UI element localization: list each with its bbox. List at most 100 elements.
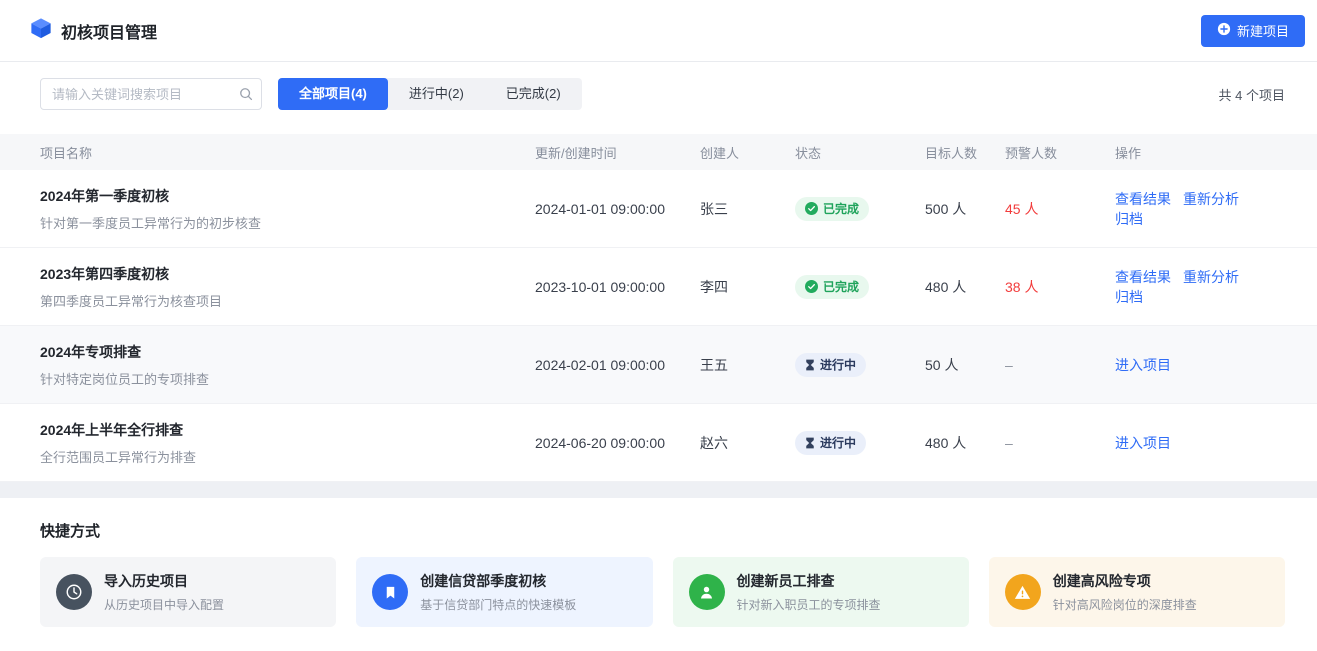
project-time: 2024-02-01 09:00:00 [535, 357, 700, 373]
project-warning: – [1005, 357, 1115, 373]
action-archive[interactable]: 归档 [1115, 211, 1143, 227]
col-header-target: 目标人数 [925, 143, 1005, 162]
action-reanalyze[interactable]: 重新分析 [1183, 269, 1239, 285]
project-target: 480 人 [925, 433, 1005, 453]
project-desc: 全行范围员工异常行为排查 [40, 447, 535, 466]
table-row: 2024年第一季度初核 针对第一季度员工异常行为的初步核查 2024-01-01… [0, 170, 1317, 248]
new-project-button[interactable]: 新建项目 [1201, 15, 1305, 47]
project-warning: – [1005, 435, 1115, 451]
table-header-row: 项目名称 更新/创建时间 创建人 状态 目标人数 预警人数 操作 [0, 134, 1317, 170]
project-name-cell: 2024年第一季度初核 针对第一季度员工异常行为的初步核查 [40, 186, 535, 232]
toolbar: 全部项目(4) 进行中(2) 已完成(2) 共 4 个项目 [40, 78, 1285, 110]
action-enter-project[interactable]: 进入项目 [1115, 435, 1171, 451]
project-time: 2023-10-01 09:00:00 [535, 279, 700, 295]
shortcut-cards: 导入历史项目 从历史项目中导入配置 创建信贷部季度初核 基于信贷部门特点的快速模… [40, 557, 1285, 627]
action-archive[interactable]: 归档 [1115, 289, 1143, 305]
action-view-results[interactable]: 查看结果 [1115, 191, 1171, 207]
project-actions: 查看结果重新分析归档 [1115, 267, 1285, 307]
project-desc: 针对第一季度员工异常行为的初步核查 [40, 213, 535, 232]
project-time: 2024-06-20 09:00:00 [535, 435, 700, 451]
status-badge: 进行中 [795, 431, 866, 455]
action-reanalyze[interactable]: 重新分析 [1183, 191, 1239, 207]
main-content: 全部项目(4) 进行中(2) 已完成(2) 共 4 个项目 项目名称 更新/创建… [0, 62, 1317, 482]
shortcut-text: 导入历史项目 从历史项目中导入配置 [104, 571, 224, 613]
project-desc: 第四季度员工异常行为核查项目 [40, 291, 535, 310]
project-warning: 45 人 [1005, 199, 1115, 219]
col-header-warning: 预警人数 [1005, 143, 1115, 162]
app-logo-cube-icon [30, 17, 52, 44]
person-icon [689, 574, 725, 610]
project-target: 480 人 [925, 277, 1005, 297]
table-row: 2023年第四季度初核 第四季度员工异常行为核查项目 2023-10-01 09… [0, 248, 1317, 326]
project-target: 500 人 [925, 199, 1005, 219]
bookmark-icon [372, 574, 408, 610]
project-creator: 张三 [700, 199, 795, 219]
project-warning: 38 人 [1005, 277, 1115, 297]
col-header-actions: 操作 [1115, 143, 1285, 162]
shortcut-text: 创建信贷部季度初核 基于信贷部门特点的快速模板 [420, 571, 576, 613]
project-desc: 针对特定岗位员工的专项排查 [40, 369, 535, 388]
total-count-text: 共 4 个项目 [1219, 85, 1285, 104]
tab-completed[interactable]: 已完成(2) [485, 78, 582, 110]
shortcut-import-history[interactable]: 导入历史项目 从历史项目中导入配置 [40, 557, 336, 627]
project-status-cell: 已完成 [795, 197, 925, 221]
shortcut-text: 创建新员工排查 针对新入职员工的专项排查 [737, 571, 881, 613]
shortcut-desc: 从历史项目中导入配置 [104, 596, 224, 613]
status-label: 已完成 [823, 200, 859, 217]
tab-all-projects[interactable]: 全部项目(4) [278, 78, 388, 110]
hourglass-icon [805, 359, 815, 371]
shortcut-text: 创建高风险专项 针对高风险岗位的深度排查 [1053, 571, 1197, 613]
status-badge: 已完成 [795, 275, 869, 299]
col-header-time: 更新/创建时间 [535, 143, 700, 162]
check-circle-icon [805, 280, 818, 293]
shortcut-title: 创建新员工排查 [737, 571, 881, 591]
project-name: 2024年专项排查 [40, 342, 535, 362]
project-name: 2024年第一季度初核 [40, 186, 535, 206]
project-target: 50 人 [925, 355, 1005, 375]
hourglass-icon [805, 437, 815, 449]
project-status-cell: 已完成 [795, 275, 925, 299]
page-title: 初核项目管理 [61, 19, 157, 43]
warning-triangle-icon [1005, 574, 1041, 610]
search-icon[interactable] [239, 87, 253, 101]
shortcut-title: 创建高风险专项 [1053, 571, 1197, 591]
project-status-cell: 进行中 [795, 431, 925, 455]
col-header-name: 项目名称 [40, 143, 535, 162]
shortcuts-section: 快捷方式 导入历史项目 从历史项目中导入配置 创建信贷部季度初核 [0, 498, 1317, 651]
project-table: 项目名称 更新/创建时间 创建人 状态 目标人数 预警人数 操作 2024年第一… [40, 134, 1285, 482]
table-row: 2024年专项排查 针对特定岗位员工的专项排查 2024-02-01 09:00… [0, 326, 1317, 404]
shortcut-new-employee[interactable]: 创建新员工排查 针对新入职员工的专项排查 [673, 557, 969, 627]
shortcut-desc: 基于信贷部门特点的快速模板 [420, 596, 576, 613]
col-header-creator: 创建人 [700, 143, 795, 162]
shortcuts-title: 快捷方式 [40, 520, 1285, 541]
title-wrap: 初核项目管理 [30, 17, 157, 44]
action-view-results[interactable]: 查看结果 [1115, 269, 1171, 285]
project-actions: 查看结果重新分析归档 [1115, 189, 1285, 229]
page-header: 初核项目管理 新建项目 [0, 0, 1317, 62]
new-project-label: 新建项目 [1237, 21, 1289, 40]
project-actions: 进入项目 [1115, 355, 1285, 375]
check-circle-icon [805, 202, 818, 215]
project-time: 2024-01-01 09:00:00 [535, 201, 700, 217]
table-row: 2024年上半年全行排查 全行范围员工异常行为排查 2024-06-20 09:… [0, 404, 1317, 482]
action-enter-project[interactable]: 进入项目 [1115, 357, 1171, 373]
search-box [40, 78, 262, 110]
shortcut-credit-quarterly[interactable]: 创建信贷部季度初核 基于信贷部门特点的快速模板 [356, 557, 652, 627]
tab-in-progress[interactable]: 进行中(2) [388, 78, 485, 110]
project-creator: 赵六 [700, 433, 795, 453]
shortcut-desc: 针对新入职员工的专项排查 [737, 596, 881, 613]
project-name: 2023年第四季度初核 [40, 264, 535, 284]
search-input[interactable] [40, 78, 262, 110]
status-label: 已完成 [823, 278, 859, 295]
status-badge: 已完成 [795, 197, 869, 221]
status-label: 进行中 [820, 434, 856, 451]
status-badge: 进行中 [795, 353, 866, 377]
shortcut-title: 创建信贷部季度初核 [420, 571, 576, 591]
project-tabs: 全部项目(4) 进行中(2) 已完成(2) [278, 78, 582, 110]
shortcut-desc: 针对高风险岗位的深度排查 [1053, 596, 1197, 613]
project-name: 2024年上半年全行排查 [40, 420, 535, 440]
shortcut-high-risk[interactable]: 创建高风险专项 针对高风险岗位的深度排查 [989, 557, 1285, 627]
status-label: 进行中 [820, 356, 856, 373]
project-name-cell: 2023年第四季度初核 第四季度员工异常行为核查项目 [40, 264, 535, 310]
plus-circle-icon [1217, 22, 1231, 39]
